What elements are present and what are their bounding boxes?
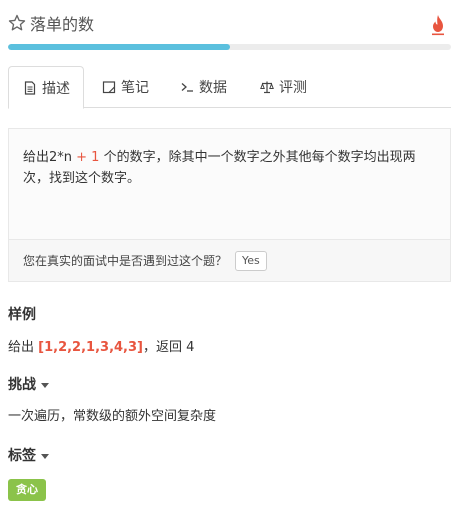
example-title: 样例 <box>8 307 36 323</box>
fire-icon[interactable] <box>430 14 446 36</box>
caret-down-icon <box>41 382 49 388</box>
tab-data-label: 数据 <box>199 80 227 96</box>
tab-bar: 描述 笔记 数据 评测 <box>8 66 451 109</box>
tab-notes[interactable]: 笔记 <box>98 66 170 108</box>
description-highlight: + 1 <box>72 150 100 165</box>
challenge-toggle[interactable]: 挑战 <box>8 374 49 394</box>
example-suffix: ，返回 4 <box>142 340 195 355</box>
challenge-title: 挑战 <box>8 377 36 393</box>
caret-down-icon <box>41 453 49 459</box>
tab-description-label: 描述 <box>42 80 70 97</box>
terminal-icon <box>181 83 193 92</box>
description-text-1: 给出2*n <box>23 150 73 165</box>
tab-evaluation-label: 评测 <box>279 80 307 96</box>
tab-notes-label: 笔记 <box>121 80 149 96</box>
problem-header: 落单的数 <box>8 12 454 40</box>
problem-description: 给出2*n + 1 个的数字，除其中一个数字之外其他每个数字均出现两次，找到这个… <box>23 147 438 189</box>
example-text: 给出 [1,2,2,1,3,4,3]，返回 4 <box>8 336 194 355</box>
tab-evaluation[interactable]: 评测 <box>260 66 340 108</box>
tag-greedy[interactable]: 贪心 <box>8 479 46 501</box>
challenge-text: 一次遍历，常数级的额外空间复杂度 <box>8 409 217 424</box>
document-icon <box>24 80 36 95</box>
tags-toggle[interactable]: 标签 <box>8 445 49 465</box>
scale-icon <box>260 81 274 94</box>
tab-description[interactable]: 描述 <box>8 66 84 109</box>
interview-question: 您在真实的面试中是否遇到过这个题？ <box>23 254 228 268</box>
progress-bar <box>8 44 451 50</box>
example-array: [1,2,2,1,3,4,3] <box>38 340 143 355</box>
description-card: 给出2*n + 1 个的数字，除其中一个数字之外其他每个数字均出现两次，找到这个… <box>8 128 451 282</box>
problem-title: 落单的数 <box>30 15 95 34</box>
star-icon[interactable] <box>8 14 26 32</box>
example-prefix: 给出 <box>8 340 39 355</box>
yes-button[interactable]: Yes <box>235 250 267 271</box>
tab-data[interactable]: 数据 <box>176 66 256 108</box>
tags-title: 标签 <box>8 448 36 464</box>
progress-fill <box>8 44 230 50</box>
interview-prompt: 您在真实的面试中是否遇到过这个题？ Yes <box>9 239 450 281</box>
note-icon <box>102 81 116 94</box>
